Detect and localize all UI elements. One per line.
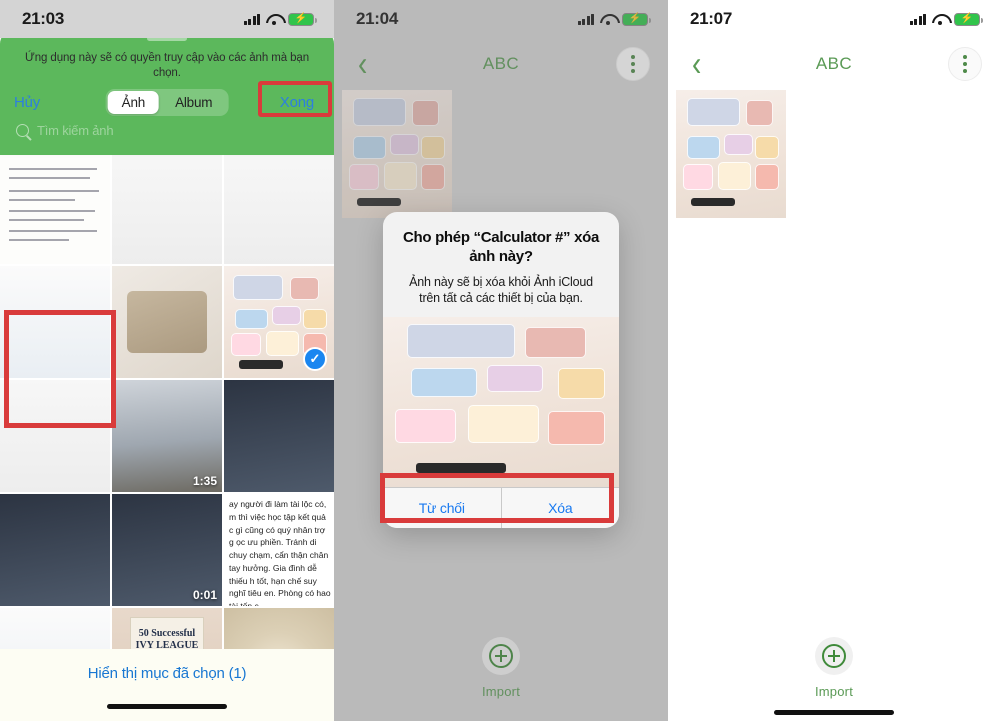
- photo-cell[interactable]: [0, 152, 110, 264]
- show-selected-button[interactable]: Hiển thị mục đã chọn (1): [88, 665, 247, 682]
- photo-cell[interactable]: [224, 152, 334, 264]
- picker-bottom-bar: Hiển thị mục đã chọn (1): [0, 649, 334, 721]
- import-label[interactable]: Import: [815, 684, 853, 699]
- status-icons: ⚡: [243, 12, 317, 26]
- photo-cell[interactable]: [0, 494, 110, 606]
- status-clock: 21:03: [22, 9, 64, 28]
- video-duration: 0:01: [192, 588, 217, 602]
- imported-photo-thumbnail[interactable]: [676, 90, 786, 218]
- import-footer-right: Import: [668, 620, 1000, 721]
- tab-albums[interactable]: Album: [161, 91, 226, 114]
- picker-toolbar: Hủy Ảnh Album Xong: [0, 81, 334, 116]
- photo-cell[interactable]: 1:35: [112, 380, 222, 492]
- cancel-button[interactable]: Hủy: [14, 94, 40, 111]
- dialog-actions: Từ chối Xóa: [383, 487, 619, 528]
- photo-cell[interactable]: [0, 266, 110, 378]
- photo-cell[interactable]: 0:01: [112, 494, 222, 606]
- home-indicator: [107, 704, 227, 709]
- plus-circle-icon[interactable]: [815, 637, 853, 675]
- chevron-left-icon[interactable]: ‹: [686, 46, 707, 82]
- panel-photo-picker: 21:03 ⚡ ✓ 1:35 0:01 ay người đi làm tài …: [0, 0, 334, 721]
- dialog-message: Ảnh này sẽ bị xóa khỏi Ảnh iCloud trên t…: [409, 274, 593, 305]
- kebab-menu-icon[interactable]: [948, 47, 982, 81]
- search-input[interactable]: Tìm kiếm ảnh: [37, 123, 114, 138]
- search-icon: [16, 123, 29, 137]
- cellular-signal-icon: [243, 13, 260, 25]
- delete-button[interactable]: Xóa: [500, 488, 620, 528]
- battery-charging-icon: ⚡: [288, 12, 317, 26]
- picker-permission-note: Ứng dụng này sẽ có quyền truy cập vào cá…: [24, 52, 309, 79]
- photo-cell-selected[interactable]: ✓: [224, 266, 334, 378]
- dialog-title: Cho phép “Calculator #” xóa ảnh này?: [402, 229, 600, 265]
- photo-cell[interactable]: [224, 380, 334, 492]
- photo-cell[interactable]: [112, 266, 222, 378]
- status-clock: 21:07: [690, 9, 732, 28]
- battery-charging-icon: ⚡: [954, 12, 983, 26]
- segmented-control[interactable]: Ảnh Album: [105, 88, 229, 116]
- screenshot-text: ay người đi làm tài lộc có, m thì việc h…: [229, 499, 331, 606]
- search-bar[interactable]: Tìm kiếm ảnh: [0, 114, 334, 138]
- status-bar-left: 21:03 ⚡: [0, 0, 334, 38]
- cellular-signal-icon: [909, 13, 926, 25]
- delete-confirm-dialog: Cho phép “Calculator #” xóa ảnh này? Ảnh…: [383, 212, 619, 528]
- wifi-icon: [266, 13, 282, 25]
- panel-delete-confirm: 21:04 ⚡ ‹ ABC Cho phép “Calculator #” xó…: [334, 0, 668, 721]
- selected-checkmark-icon: ✓: [303, 347, 327, 371]
- panel-after-delete: 21:07 ⚡ ‹ ABC Import: [668, 0, 1000, 721]
- video-duration: 1:35: [192, 474, 217, 488]
- photo-grid[interactable]: ✓ 1:35 0:01 ay người đi làm tài lộc có, …: [0, 152, 334, 662]
- photo-picker-sheet: Ứng dụng này sẽ có quyền truy cập vào cá…: [0, 30, 334, 155]
- app-header-right: ‹ ABC: [668, 38, 1000, 90]
- status-icons: ⚡: [909, 12, 983, 26]
- screenshot-stage: 21:03 ⚡ ✓ 1:35 0:01 ay người đi làm tài …: [0, 0, 1000, 721]
- home-indicator: [774, 710, 894, 715]
- page-title: ABC: [815, 54, 853, 73]
- status-bar-right: 21:07 ⚡: [668, 0, 1000, 38]
- wifi-icon: [932, 13, 948, 25]
- photo-cell[interactable]: ay người đi làm tài lộc có, m thì việc h…: [224, 494, 334, 606]
- deny-button[interactable]: Từ chối: [383, 488, 501, 528]
- done-button[interactable]: Xong: [274, 91, 320, 114]
- photo-to-delete-preview: [383, 317, 619, 487]
- photo-cell[interactable]: [112, 152, 222, 264]
- tab-photos[interactable]: Ảnh: [107, 90, 160, 114]
- photo-cell[interactable]: [0, 380, 110, 492]
